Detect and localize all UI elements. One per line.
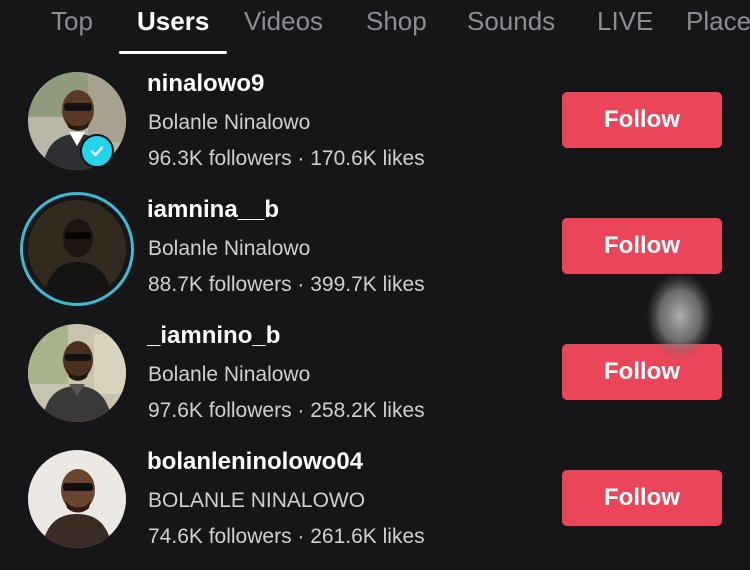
- display-name: Bolanle Ninalowo: [148, 363, 311, 386]
- tab-users[interactable]: Users: [137, 6, 209, 37]
- user-stats: 88.7K followers · 399.7K likes: [148, 273, 425, 296]
- user-result-row[interactable]: ninalowo9 Bolanle Ninalowo 96.3K followe…: [0, 66, 750, 192]
- username: bolanleninolowo04: [147, 448, 364, 475]
- tab-top[interactable]: Top: [51, 6, 93, 37]
- display-name: BOLANLE NINALOWO: [148, 489, 366, 512]
- follow-button[interactable]: Follow: [562, 218, 722, 274]
- username: iamnina__b: [147, 196, 280, 223]
- follow-button[interactable]: Follow: [562, 92, 722, 148]
- avatar[interactable]: [20, 192, 134, 306]
- active-tab-indicator: [119, 51, 227, 54]
- user-result-row[interactable]: _iamnino_b Bolanle Ninalowo 97.6K follow…: [0, 318, 750, 444]
- user-stats: 74.6K followers · 261.6K likes: [148, 525, 425, 548]
- user-result-row[interactable]: bolanleninolowo04 BOLANLE NINALOWO 74.6K…: [0, 444, 750, 570]
- verified-check-icon: [80, 134, 114, 168]
- username: ninalowo9: [147, 70, 265, 97]
- avatar[interactable]: [28, 324, 126, 422]
- user-result-row[interactable]: iamnina__b Bolanle Ninalowo 88.7K follow…: [0, 192, 750, 318]
- tab-sounds[interactable]: Sounds: [467, 6, 555, 37]
- search-tabs: Top Users Videos Shop Sounds LIVE Place: [0, 0, 750, 62]
- follow-button[interactable]: Follow: [562, 470, 722, 526]
- user-stats: 97.6K followers · 258.2K likes: [148, 399, 425, 422]
- tab-shop[interactable]: Shop: [366, 6, 427, 37]
- display-name: Bolanle Ninalowo: [148, 237, 311, 260]
- follow-button[interactable]: Follow: [562, 344, 722, 400]
- tab-videos[interactable]: Videos: [244, 6, 323, 37]
- avatar[interactable]: [28, 450, 126, 548]
- username: _iamnino_b: [147, 322, 281, 349]
- display-name: Bolanle Ninalowo: [148, 111, 311, 134]
- user-stats: 96.3K followers · 170.6K likes: [148, 147, 425, 170]
- tab-place[interactable]: Place: [686, 6, 750, 37]
- tab-live[interactable]: LIVE: [597, 6, 653, 37]
